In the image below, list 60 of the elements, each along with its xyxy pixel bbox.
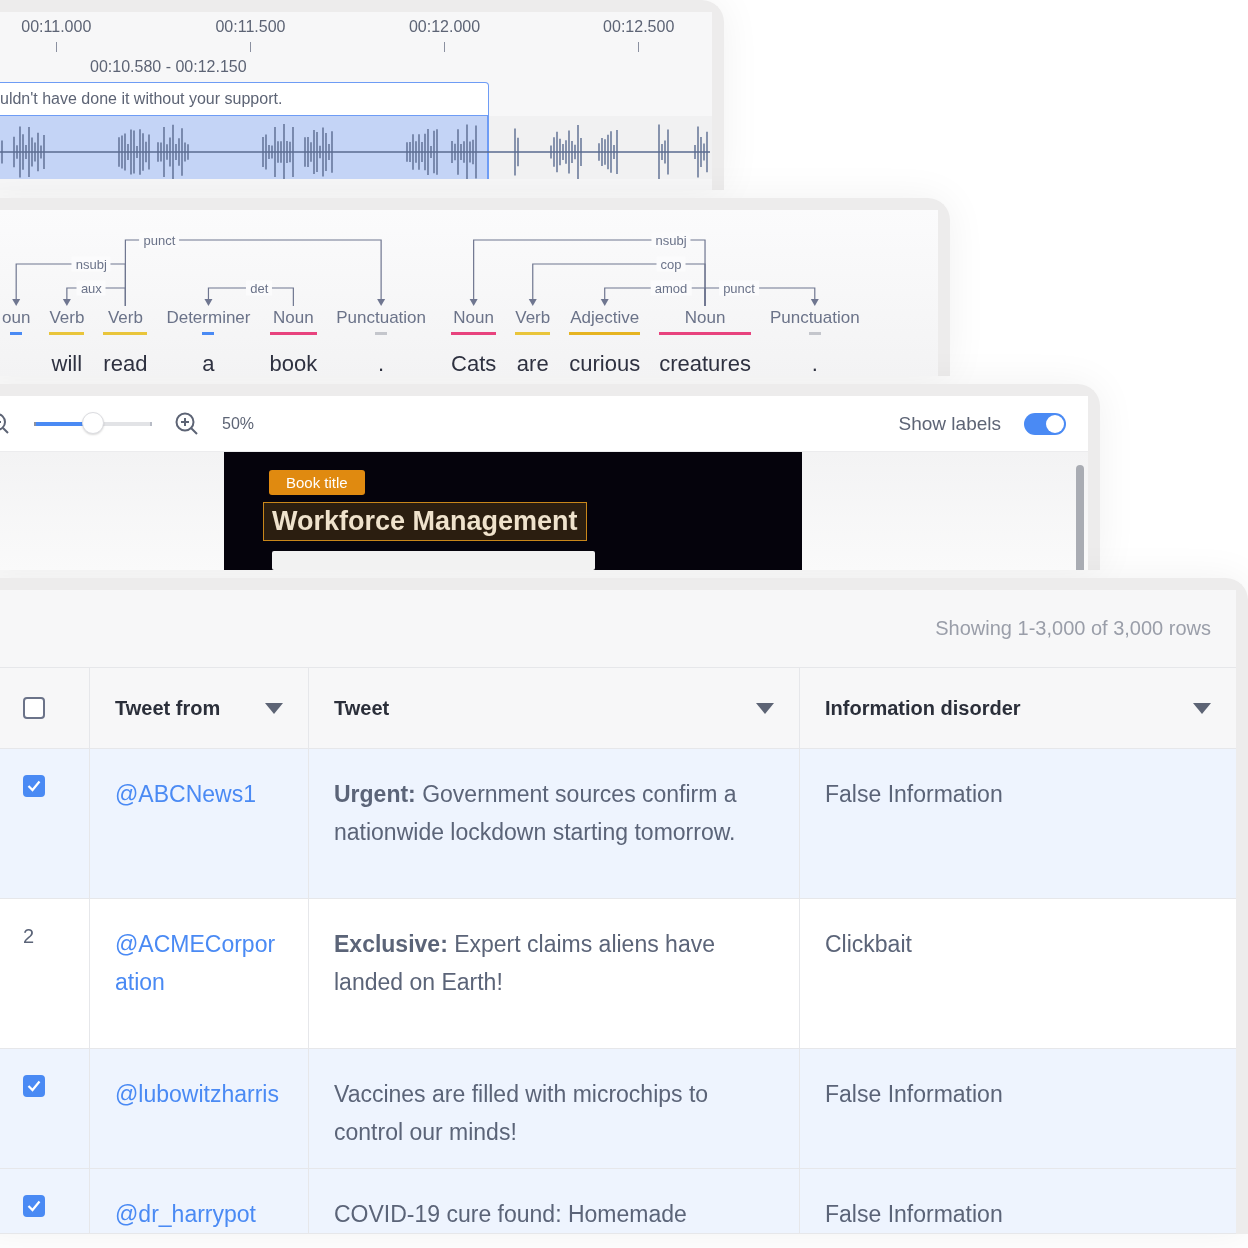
token-word: are — [516, 351, 549, 376]
pos-tag: Noun — [684, 308, 726, 328]
checkmark-icon — [27, 780, 41, 792]
category-text: False Information — [825, 1081, 1003, 1107]
pos-tag: Noun — [453, 308, 494, 328]
checkmark-icon — [27, 1200, 41, 1212]
sort-caret-icon[interactable] — [756, 702, 774, 714]
tweet-text: Urgent: Government sources confirm a nationwide lockdown starting tomorrow. — [334, 781, 737, 845]
token-word: creatures — [659, 351, 751, 376]
column-header[interactable]: Tweet from — [115, 689, 265, 727]
show-labels-toggle[interactable] — [1024, 412, 1066, 435]
annotated-title[interactable]: Workforce Management — [263, 502, 587, 541]
column-header[interactable]: Information disorder — [825, 689, 1193, 727]
zoom-in-icon[interactable] — [174, 410, 200, 437]
pos-tag: Determiner — [166, 308, 251, 328]
pos-tag: oun — [2, 308, 31, 328]
checkbox[interactable] — [23, 697, 45, 719]
tweet-text: Exclusive: Expert claims aliens have landed on Earth! — [334, 931, 715, 995]
time-tick-label: 00:12.000 — [408, 18, 481, 36]
slider-thumb[interactable] — [82, 411, 104, 434]
token-word: . — [811, 351, 818, 376]
sort-caret-icon[interactable] — [1193, 702, 1211, 714]
token-word: read — [103, 351, 148, 376]
row-number: 2 — [23, 925, 36, 947]
pos-tag: Adjective — [570, 308, 640, 328]
category-text: False Information — [825, 781, 1003, 807]
checkbox[interactable] — [23, 1075, 45, 1097]
checkbox[interactable] — [23, 775, 45, 797]
category-text: False Information — [825, 1201, 1003, 1227]
token-word: a — [202, 351, 215, 376]
token-word: will — [51, 351, 83, 376]
subtitle-segment[interactable]: uldn't have done it without your support. — [0, 82, 489, 116]
checkbox[interactable] — [23, 1195, 45, 1217]
tweet-text: Vaccines are filled with microchips to control our minds! — [334, 1081, 709, 1145]
show-labels-label: Show labels — [898, 412, 1001, 435]
time-tick-label: 00:12.500 — [603, 18, 675, 36]
relation-label: aux — [76, 280, 106, 296]
relation-label: punct — [719, 280, 759, 296]
token-word: book — [269, 351, 318, 376]
time-tick-label: 00:11.500 — [215, 18, 286, 36]
relation-label: det — [246, 280, 273, 296]
category-text: Clickbait — [825, 931, 912, 957]
token-word: . — [378, 351, 385, 376]
token-word: Cats — [451, 351, 497, 376]
time-range: 00:10.580 - 00:12.150 — [90, 58, 248, 76]
tweet-text: COVID-19 cure found: Homemade — [334, 1201, 687, 1227]
zoom-level: 50% — [222, 414, 255, 433]
pos-tag: Verb — [515, 308, 551, 328]
scrollbar[interactable] — [1076, 465, 1084, 570]
column-header[interactable]: Tweet — [334, 689, 756, 727]
pos-tag: Punctuation — [769, 308, 860, 328]
checkmark-icon — [27, 1080, 41, 1092]
token-word: curious — [569, 351, 641, 376]
relation-label: amod — [650, 280, 692, 296]
pos-tag: Verb — [107, 308, 143, 328]
pos-tag: Punctuation — [336, 308, 426, 328]
time-tick-label: 00:11.000 — [21, 18, 92, 36]
sort-caret-icon[interactable] — [265, 702, 283, 714]
pos-tag: Verb — [49, 308, 85, 328]
pos-tag: Noun — [273, 308, 314, 328]
